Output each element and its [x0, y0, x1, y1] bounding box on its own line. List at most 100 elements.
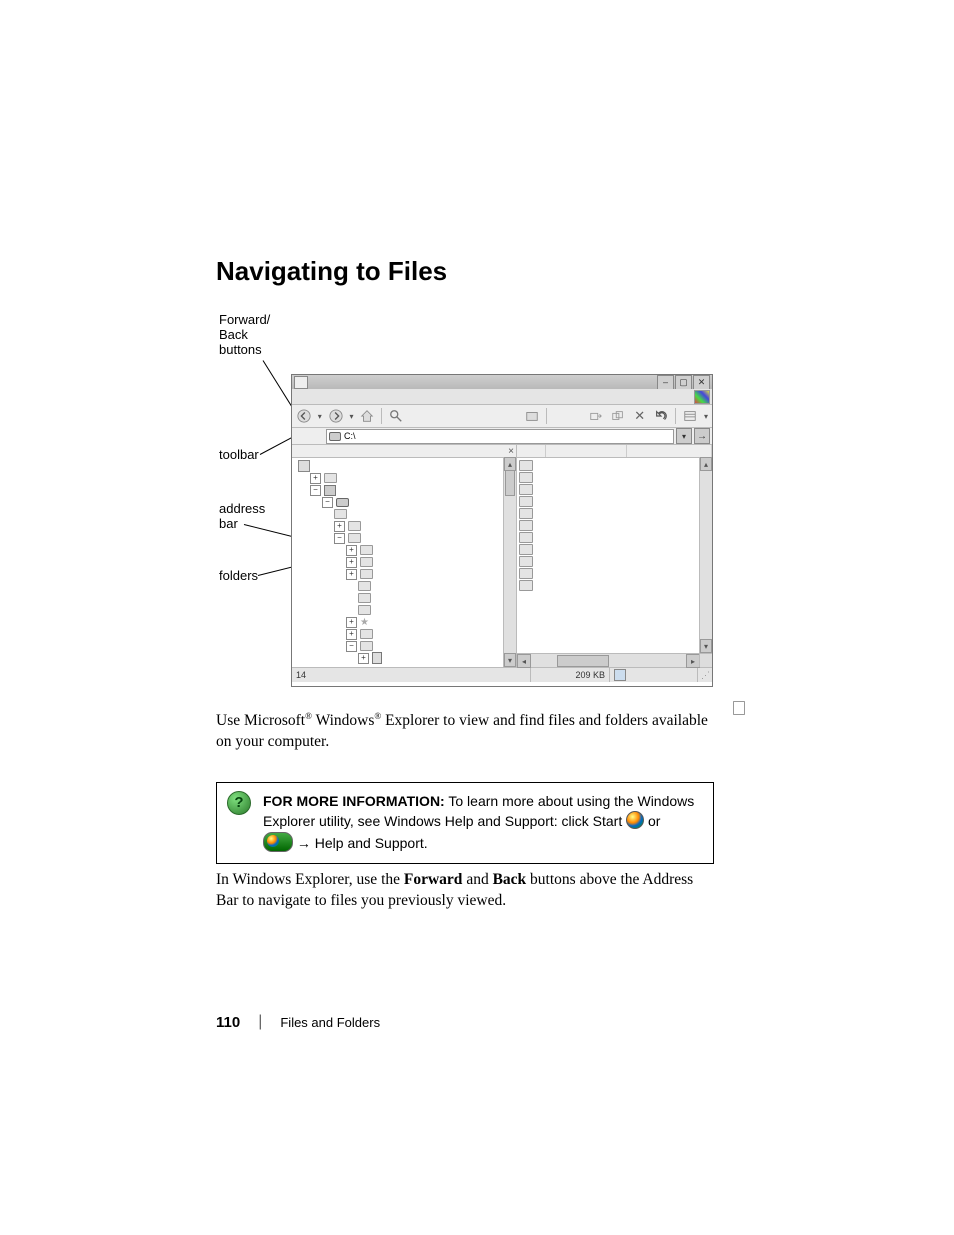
folder-tree[interactable]: + − − + − + + + +★ + − + [292, 458, 516, 666]
start-button-icon [263, 832, 293, 852]
folder-icon [360, 545, 373, 555]
titlebar: – ▢ ✕ [292, 375, 712, 389]
address-input[interactable]: C:\ [326, 429, 674, 444]
expand-icon[interactable]: + [358, 653, 369, 664]
column-headers[interactable] [517, 445, 712, 458]
scroll-down-icon[interactable]: ▾ [700, 639, 712, 653]
list-item[interactable] [519, 568, 533, 579]
scroll-right-icon[interactable]: ▸ [686, 654, 700, 668]
folder-icon [360, 569, 373, 579]
drive-icon [336, 498, 349, 507]
list-item[interactable] [519, 520, 533, 531]
maximize-button[interactable]: ▢ [675, 375, 692, 390]
list-item[interactable] [519, 496, 533, 507]
expand-icon[interactable]: + [334, 521, 345, 532]
address-path-text: C:\ [344, 431, 356, 441]
info-callout: ? FOR MORE INFORMATION: To learn more ab… [216, 782, 714, 864]
scroll-down-icon[interactable]: ▾ [504, 653, 516, 667]
menubar [292, 389, 712, 405]
list-item[interactable] [519, 484, 533, 495]
tree-scrollbar[interactable]: ▴ ▾ [503, 457, 516, 667]
zone-icon [614, 669, 626, 681]
close-button[interactable]: ✕ [693, 375, 710, 390]
folder-icon [360, 629, 373, 639]
move-to-icon[interactable] [588, 408, 604, 424]
address-dropdown[interactable]: ▾ [676, 428, 692, 444]
undo-icon[interactable] [654, 408, 670, 424]
start-orb-icon [626, 811, 644, 829]
dropdown-arrow-icon[interactable]: ▾ [318, 412, 322, 421]
forward-button[interactable] [328, 408, 344, 424]
list-item[interactable] [519, 544, 533, 555]
explorer-window: – ▢ ✕ ▾ ▾ ✕ ▾ [291, 374, 713, 687]
expand-icon[interactable]: + [346, 545, 357, 556]
label-forward-back: Forward/ Back buttons [219, 312, 270, 357]
folder-icon [348, 521, 361, 531]
list-item[interactable] [519, 460, 533, 471]
go-button[interactable]: → [694, 428, 710, 444]
collapse-icon[interactable]: − [346, 641, 357, 652]
folder-tree-pane: × + − − + − + + + +★ + − + ▴ [292, 445, 517, 667]
collapse-icon[interactable]: − [322, 497, 333, 508]
dropdown-arrow-icon[interactable]: ▾ [704, 412, 708, 421]
scroll-thumb[interactable] [505, 470, 515, 496]
up-button[interactable] [360, 408, 376, 424]
close-tree-icon[interactable]: × [508, 446, 514, 457]
copy-to-icon[interactable] [610, 408, 626, 424]
page-number: 110 [216, 1014, 240, 1031]
item-list[interactable] [517, 458, 712, 593]
folder-icon [358, 605, 371, 615]
label-address-bar: address bar [219, 501, 265, 531]
callout-lead: FOR MORE INFORMATION: [263, 793, 445, 809]
content-pane: ▴ ▾ ◂ ▸ [517, 445, 712, 667]
collapse-icon[interactable]: − [334, 533, 345, 544]
scroll-thumb[interactable] [557, 655, 609, 667]
separator [546, 408, 547, 424]
list-item[interactable] [733, 701, 745, 715]
expand-icon[interactable]: + [346, 557, 357, 568]
scroll-left-icon[interactable]: ◂ [517, 654, 531, 668]
dropdown-arrow-icon[interactable]: ▾ [349, 412, 353, 421]
label-toolbar: toolbar [219, 447, 259, 462]
body-paragraph: Use Microsoft® Windows® Explorer to view… [216, 710, 716, 753]
folder-icon [358, 593, 371, 603]
content-hscroll[interactable]: ◂ ▸ [517, 653, 700, 667]
collapse-icon[interactable]: − [310, 485, 321, 496]
scroll-up-icon[interactable]: ▴ [504, 457, 516, 471]
help-icon: ? [227, 791, 251, 815]
section-heading: Navigating to Files [216, 256, 716, 287]
search-icon[interactable] [388, 408, 404, 424]
back-button[interactable] [296, 408, 312, 424]
folder-icon [360, 557, 373, 567]
grip-icon: ⋰ [698, 670, 712, 681]
label-folders: folders [219, 568, 258, 583]
minimize-button[interactable]: – [657, 375, 674, 390]
delete-icon[interactable]: ✕ [632, 408, 648, 424]
folders-button[interactable] [524, 408, 540, 424]
separator [381, 408, 382, 424]
callout-or: or [644, 813, 660, 829]
callout-text-2: → Help and Support. [293, 835, 428, 851]
list-item[interactable] [519, 508, 533, 519]
computer-icon [324, 485, 336, 496]
list-item[interactable] [519, 556, 533, 567]
expand-icon[interactable]: + [346, 629, 357, 640]
expand-icon[interactable]: + [310, 473, 321, 484]
tree-header: × [292, 445, 516, 458]
views-button[interactable] [682, 408, 698, 424]
recycle-bin-icon [372, 652, 382, 664]
expand-icon[interactable]: + [346, 617, 357, 628]
chapter-title: Files and Folders [280, 1015, 380, 1030]
scroll-up-icon[interactable]: ▴ [700, 457, 712, 471]
address-bar-row: C:\ ▾ → [292, 428, 712, 445]
desktop-icon [298, 460, 310, 472]
list-item[interactable] [519, 532, 533, 543]
folder-icon [360, 641, 373, 651]
resize-grip[interactable] [699, 653, 712, 667]
expand-icon[interactable]: + [346, 569, 357, 580]
content-vscroll[interactable]: ▴ ▾ [699, 457, 712, 653]
folder-icon [324, 473, 337, 483]
leader-line [263, 360, 295, 410]
list-item[interactable] [519, 472, 533, 483]
list-item[interactable] [519, 580, 533, 591]
